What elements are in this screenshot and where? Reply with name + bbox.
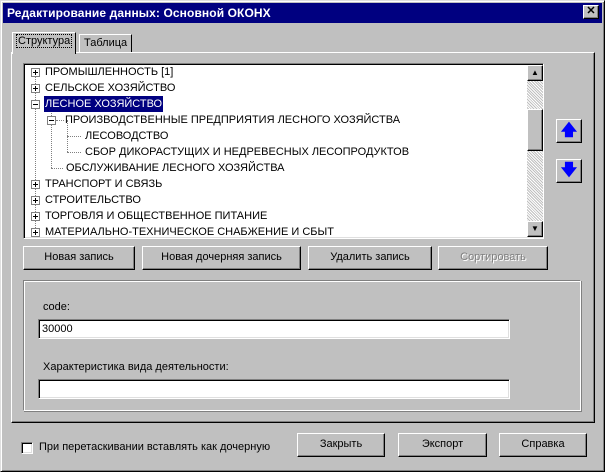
tree-scrollbar[interactable] bbox=[527, 65, 543, 237]
tree-item[interactable]: ТОРГОВЛЯ И ОБЩЕСТВЕННОЕ ПИТАНИЕ bbox=[24, 208, 524, 224]
new-child-record-button[interactable]: Новая дочерняя запись bbox=[142, 246, 301, 270]
help-button[interactable]: Справка bbox=[499, 433, 587, 457]
tree-item-label: ЛЕСОВОДСТВО bbox=[85, 130, 169, 142]
delete-record-button[interactable]: Удалить запись bbox=[308, 246, 432, 270]
tree-item-label: СБОР ДИКОРАСТУЩИХ И НЕДРЕВЕСНЫХ ЛЕСОПРОД… bbox=[85, 146, 410, 158]
window-title: Редактирование данных: Основной ОКОНХ bbox=[7, 6, 271, 20]
tree-item[interactable]: ПРОИЗВОДСТВЕННЫЕ ПРЕДПРИЯТИЯ ЛЕСНОГО ХОЗ… bbox=[24, 112, 524, 128]
tab-table-label: Таблица bbox=[84, 37, 128, 49]
expand-plus-icon[interactable] bbox=[31, 196, 40, 205]
tree-item-label: СЕЛЬСКОЕ ХОЗЯЙСТВО bbox=[45, 82, 176, 94]
tree-item[interactable]: ПРОМЫШЛЕННОСТЬ [1] bbox=[24, 64, 524, 80]
move-up-button[interactable]: 🡅 bbox=[556, 119, 582, 143]
tab-structure-label: Структура bbox=[15, 34, 73, 48]
scroll-down-icon[interactable]: ▼ bbox=[527, 221, 543, 237]
code-field[interactable] bbox=[38, 319, 510, 339]
tree-item-label: ОБСЛУЖИВАНИЕ ЛЕСНОГО ХОЗЯЙСТВА bbox=[66, 162, 285, 174]
close-button[interactable]: Закрыть bbox=[297, 433, 385, 457]
expand-plus-icon[interactable] bbox=[31, 68, 40, 77]
tree-item-label: ТРАНСПОРТ И СВЯЗЬ bbox=[45, 178, 163, 190]
tree-item[interactable]: ОБСЛУЖИВАНИЕ ЛЕСНОГО ХОЗЯЙСТВА bbox=[24, 160, 524, 176]
new-record-button[interactable]: Новая запись bbox=[23, 246, 135, 270]
export-button[interactable]: Экспорт bbox=[398, 433, 487, 457]
dialog-window: Редактирование данных: Основной ОКОНХ ✕ … bbox=[0, 0, 605, 472]
tree-item[interactable]: СТРОИТЕЛЬСТВО bbox=[24, 192, 524, 208]
tree-item[interactable]: ЛЕСОВОДСТВО bbox=[24, 128, 524, 144]
insert-as-child-checkbox[interactable] bbox=[21, 442, 33, 454]
title-bar[interactable]: Редактирование данных: Основной ОКОНХ ✕ bbox=[3, 3, 602, 23]
scroll-thumb[interactable] bbox=[527, 109, 543, 151]
expand-plus-icon[interactable] bbox=[31, 180, 40, 189]
tree-item-label: ПРОМЫШЛЕННОСТЬ [1] bbox=[45, 66, 174, 78]
arrow-down-icon: 🡇 bbox=[560, 162, 578, 179]
tree-item-selected[interactable]: ЛЕСНОЕ ХОЗЯЙСТВО bbox=[24, 95, 524, 113]
tab-table[interactable]: Таблица bbox=[79, 34, 133, 54]
tree-item-label: СТРОИТЕЛЬСТВО bbox=[45, 194, 141, 206]
tree-item-label: ПРОИЗВОДСТВЕННЫЕ ПРЕДПРИЯТИЯ ЛЕСНОГО ХОЗ… bbox=[65, 114, 401, 126]
collapse-minus-icon[interactable] bbox=[31, 100, 40, 109]
sort-button[interactable]: Сортировать bbox=[438, 246, 548, 270]
tree-item[interactable]: СЕЛЬСКОЕ ХОЗЯЙСТВО bbox=[24, 80, 524, 96]
arrow-up-icon: 🡅 bbox=[560, 122, 578, 139]
scroll-up-icon[interactable]: ▲ bbox=[527, 65, 543, 81]
tree-item[interactable]: СБОР ДИКОРАСТУЩИХ И НЕДРЕВЕСНЫХ ЛЕСОПРОД… bbox=[24, 144, 524, 160]
description-field[interactable] bbox=[38, 379, 510, 399]
expand-plus-icon[interactable] bbox=[31, 84, 40, 93]
tree-item-label: ТОРГОВЛЯ И ОБЩЕСТВЕННОЕ ПИТАНИЕ bbox=[45, 210, 268, 222]
tree-view[interactable]: ПРОМЫШЛЕННОСТЬ [1] СЕЛЬСКОЕ ХОЗЯЙСТВО ЛЕ… bbox=[23, 63, 544, 239]
tree-item-label: ЛЕСНОЕ ХОЗЯЙСТВО bbox=[42, 95, 165, 113]
expand-plus-icon[interactable] bbox=[31, 228, 40, 237]
tab-structure[interactable]: Структура bbox=[12, 32, 77, 54]
collapse-minus-icon[interactable] bbox=[47, 116, 56, 125]
tree-item[interactable]: ТРАНСПОРТ И СВЯЗЬ bbox=[24, 176, 524, 192]
expand-plus-icon[interactable] bbox=[31, 212, 40, 221]
tree-item[interactable]: МАТЕРИАЛЬНО-ТЕХНИЧЕСКОЕ СНАБЖЕНИЕ И СБЫТ bbox=[24, 224, 524, 238]
move-down-button[interactable]: 🡇 bbox=[556, 159, 582, 183]
tree-item-label: МАТЕРИАЛЬНО-ТЕХНИЧЕСКОЕ СНАБЖЕНИЕ И СБЫТ bbox=[45, 226, 334, 238]
code-label: code: bbox=[43, 301, 70, 313]
description-label: Характеристика вида деятельности: bbox=[43, 361, 229, 373]
insert-as-child-label: При перетаскивании вставлять как дочерну… bbox=[39, 441, 271, 453]
close-icon[interactable]: ✕ bbox=[583, 5, 599, 19]
